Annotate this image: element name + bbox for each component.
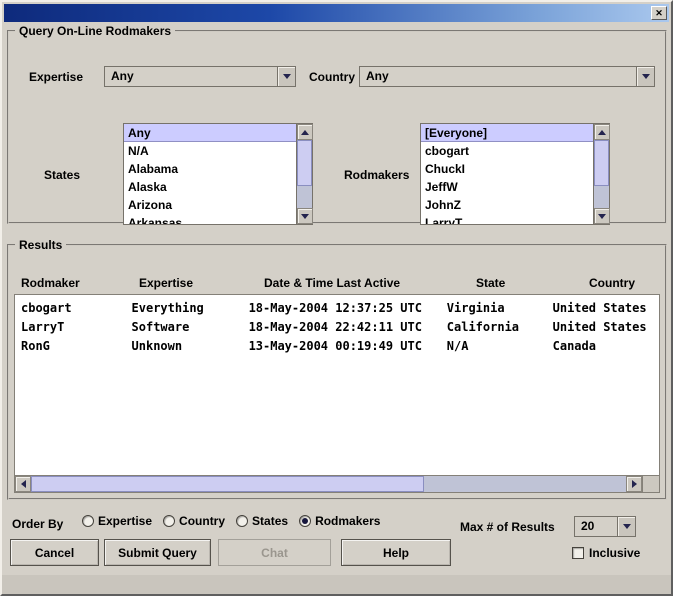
chevron-down-icon: [617, 517, 635, 536]
scrollbar-track[interactable]: [31, 476, 626, 492]
country-combo-value: Any: [360, 67, 636, 86]
results-horizontal-scrollbar[interactable]: [15, 475, 659, 492]
table-row[interactable]: RonG Unknown 13-May-2004 00:19:49 UTC N/…: [15, 336, 659, 355]
radio-expertise[interactable]: Expertise: [82, 514, 152, 528]
arrow-down-icon: [598, 214, 606, 219]
query-group: Query On-Line Rodmakers Expertise Any Co…: [7, 24, 667, 224]
arrow-up-icon: [598, 130, 606, 135]
arrow-down-icon: [301, 214, 309, 219]
scroll-right-button[interactable]: [626, 476, 642, 492]
states-label: States: [44, 168, 80, 182]
scroll-down-button[interactable]: [594, 208, 610, 224]
scrollbar-thumb[interactable]: [31, 476, 424, 492]
results-table-header: Rodmaker Expertise Date & Time Last Acti…: [15, 276, 673, 290]
column-header: Rodmaker: [15, 276, 133, 290]
states-listbox: Any N/A Alabama Alaska Arizona Arkansas: [123, 123, 313, 225]
inclusive-label: Inclusive: [589, 546, 640, 560]
list-item[interactable]: Any: [124, 124, 296, 142]
scrollbar-thumb[interactable]: [594, 140, 609, 186]
arrow-up-icon: [301, 130, 309, 135]
list-item[interactable]: N/A: [124, 142, 296, 160]
column-header: Expertise: [133, 276, 258, 290]
radio-states[interactable]: States: [236, 514, 288, 528]
inclusive-checkbox[interactable]: [572, 547, 584, 559]
list-item[interactable]: [Everyone]: [421, 124, 593, 142]
expertise-combo-value: Any: [105, 67, 277, 86]
list-item[interactable]: Arizona: [124, 196, 296, 214]
radio-rodmakers[interactable]: Rodmakers: [299, 514, 380, 528]
arrow-left-icon: [21, 480, 26, 488]
list-item[interactable]: LarryT: [421, 214, 593, 224]
table-row[interactable]: LarryT Software 18-May-2004 22:42:11 UTC…: [15, 317, 659, 336]
list-item[interactable]: JeffW: [421, 178, 593, 196]
rodmakers-scrollbar[interactable]: [593, 124, 609, 224]
scrollbar-track[interactable]: [297, 140, 312, 208]
max-results-combo-value: 20: [575, 517, 617, 536]
radio-button-icon: [163, 515, 175, 527]
window-bottom-edge: [2, 575, 671, 594]
radio-country[interactable]: Country: [163, 514, 225, 528]
cancel-button[interactable]: Cancel: [10, 539, 99, 566]
order-by-label: Order By: [12, 517, 63, 531]
country-label: Country: [309, 70, 355, 84]
list-item[interactable]: Alaska: [124, 178, 296, 196]
scroll-down-button[interactable]: [297, 208, 313, 224]
scrollbar-track[interactable]: [594, 140, 609, 208]
help-button[interactable]: Help: [341, 539, 451, 566]
arrow-right-icon: [632, 480, 637, 488]
scroll-up-button[interactable]: [594, 124, 610, 140]
scroll-up-button[interactable]: [297, 124, 313, 140]
list-item[interactable]: ChuckI: [421, 160, 593, 178]
max-results-combo[interactable]: 20: [574, 516, 636, 537]
scroll-left-button[interactable]: [15, 476, 31, 492]
title-bar: ✕: [4, 4, 669, 22]
max-results-label: Max # of Results: [460, 520, 555, 534]
close-icon: ✕: [655, 9, 663, 18]
radio-button-icon: [299, 515, 311, 527]
inclusive-option[interactable]: Inclusive: [572, 546, 640, 560]
states-list: Any N/A Alabama Alaska Arizona Arkansas: [124, 124, 296, 224]
country-combo[interactable]: Any: [359, 66, 655, 87]
expertise-combo[interactable]: Any: [104, 66, 296, 87]
list-item[interactable]: Arkansas: [124, 214, 296, 224]
list-item[interactable]: cbogart: [421, 142, 593, 160]
submit-query-button[interactable]: Submit Query: [104, 539, 211, 566]
query-group-title: Query On-Line Rodmakers: [15, 24, 175, 38]
results-group: Results Rodmaker Expertise Date & Time L…: [7, 238, 667, 500]
radio-button-icon: [236, 515, 248, 527]
states-scrollbar[interactable]: [296, 124, 312, 224]
rodmakers-list: [Everyone] cbogart ChuckI JeffW JohnZ La…: [421, 124, 593, 224]
radio-button-icon: [82, 515, 94, 527]
close-button[interactable]: ✕: [651, 6, 667, 20]
list-item[interactable]: Alabama: [124, 160, 296, 178]
results-scrollpane: cbogart Everything 18-May-2004 12:37:25 …: [14, 294, 660, 493]
dialog-window: ✕ Query On-Line Rodmakers Expertise Any …: [0, 0, 673, 596]
chevron-down-icon: [277, 67, 295, 86]
results-table: cbogart Everything 18-May-2004 12:37:25 …: [15, 295, 659, 475]
table-row[interactable]: cbogart Everything 18-May-2004 12:37:25 …: [15, 298, 659, 317]
scrollbar-thumb[interactable]: [297, 140, 312, 186]
scrollbar-corner: [642, 476, 659, 492]
chevron-down-icon: [636, 67, 654, 86]
expertise-label: Expertise: [29, 70, 83, 84]
rodmakers-listbox: [Everyone] cbogart ChuckI JeffW JohnZ La…: [420, 123, 610, 225]
chat-button: Chat: [218, 539, 331, 566]
order-by-radio-group: Expertise Country States Rodmakers: [82, 514, 380, 528]
column-header: Country: [583, 276, 673, 290]
footer: Order By Expertise Country States Rodmak…: [2, 508, 671, 578]
column-header: State: [470, 276, 583, 290]
results-group-title: Results: [15, 238, 66, 252]
list-item[interactable]: JohnZ: [421, 196, 593, 214]
column-header: Date & Time Last Active: [258, 276, 470, 290]
rodmakers-label: Rodmakers: [344, 168, 409, 182]
